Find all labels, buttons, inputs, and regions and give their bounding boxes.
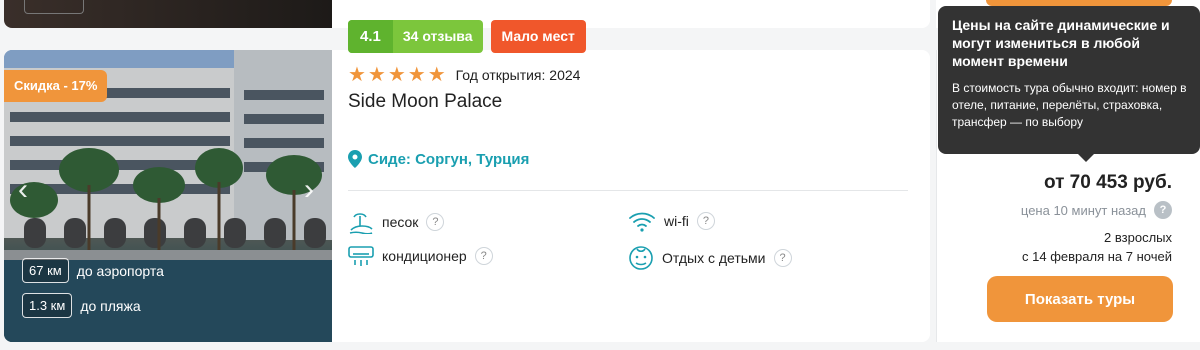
airport-distance-label: до аэропорта (76, 262, 164, 279)
amenity-wifi: wi-fi ? (628, 210, 715, 232)
child-face-icon (629, 246, 653, 270)
discount-badge: Скидка - 17% (4, 70, 108, 102)
air-conditioner-icon (348, 246, 374, 266)
photo-prev-arrow-icon[interactable]: ‹ (18, 175, 28, 205)
hotel-info: 4.1 34 отзыва Мало мест ★★★★★ Год открыт… (348, 20, 908, 113)
amenity-ac-help-icon[interactable]: ? (474, 247, 493, 265)
wifi-icon (629, 212, 655, 232)
beach-distance-label: до пляжа (80, 297, 141, 314)
hotel-location[interactable]: Сиде: Соргун, Турция (348, 150, 529, 168)
travelers-count: 2 взрослых (1104, 230, 1172, 245)
amenity-kids-help-icon[interactable]: ? (773, 249, 792, 267)
reviews-count: 34 отзыва (402, 28, 473, 44)
price-help-icon[interactable]: ? (1154, 201, 1172, 219)
amenity-kids-label: Отдых с детьми (662, 250, 766, 266)
trip-dates: с 14 февраля на 7 ночей (1022, 249, 1172, 264)
amenity-ac: кондиционер ? (348, 245, 493, 267)
hotel-photo[interactable]: Скидка - 17% ‹ › 67 км до аэропорта 1.3 … (4, 50, 332, 342)
show-tours-button[interactable]: Показать туры (987, 276, 1173, 322)
availability-badge: Мало мест (490, 20, 586, 53)
amenity-sand-label: песок (382, 214, 419, 230)
amenity-wifi-label: wi-fi (664, 213, 689, 229)
airport-distance: 67 км до аэропорта (22, 258, 164, 283)
amenity-sand: песок ? (348, 210, 445, 234)
tooltip-body: В стоимость тура обычно входит: номер в … (952, 81, 1187, 129)
amenity-ac-label: кондиционер (382, 248, 467, 264)
price-tooltip: Цены на сайте динамические и могут измен… (938, 6, 1200, 162)
price: от 70 453 руб. (1043, 172, 1172, 193)
beach-distance: 1.3 км до пляжа (22, 293, 141, 318)
badges-row: 4.1 34 отзыва Мало мест (348, 20, 908, 53)
divider (348, 190, 908, 191)
previous-hotel-photo[interactable] (4, 0, 332, 28)
beach-distance-value: 1.3 км (22, 293, 73, 318)
previous-distance-badge (24, 0, 84, 14)
search-results: Скидка - 17% ‹ › 67 км до аэропорта 1.3 … (0, 0, 1200, 350)
opening-year: Год открытия: 2024 (455, 67, 581, 83)
amenity-wifi-help-icon[interactable]: ? (696, 212, 715, 230)
tooltip-title: Цены на сайте динамические и могут измен… (952, 17, 1170, 69)
photo-next-arrow-icon[interactable]: › (304, 175, 314, 205)
hotel-name[interactable]: Side Moon Palace (348, 91, 908, 113)
rating-score: 4.1 (348, 20, 393, 53)
tooltip-tail (1078, 154, 1094, 162)
location-pin-icon (348, 150, 362, 168)
location-text: Сиде: Соргун, Турция (368, 150, 530, 168)
price-timestamp: цена 10 минут назад ? (1021, 201, 1172, 219)
stars-row: ★★★★★ Год открытия: 2024 (348, 65, 908, 85)
airport-distance-value: 67 км (22, 258, 69, 283)
price-timestamp-text: цена 10 минут назад (1020, 202, 1146, 218)
rating-badge[interactable]: 4.1 34 отзыва (348, 20, 483, 53)
star-rating-icon: ★★★★★ (348, 64, 448, 86)
amenity-kids: Отдых с детьми ? (628, 245, 792, 271)
amenity-sand-help-icon[interactable]: ? (426, 213, 445, 231)
sand-beach-icon (349, 213, 373, 234)
trip-details: 2 взрослых с 14 февраля на 7 ночей (1022, 228, 1172, 266)
